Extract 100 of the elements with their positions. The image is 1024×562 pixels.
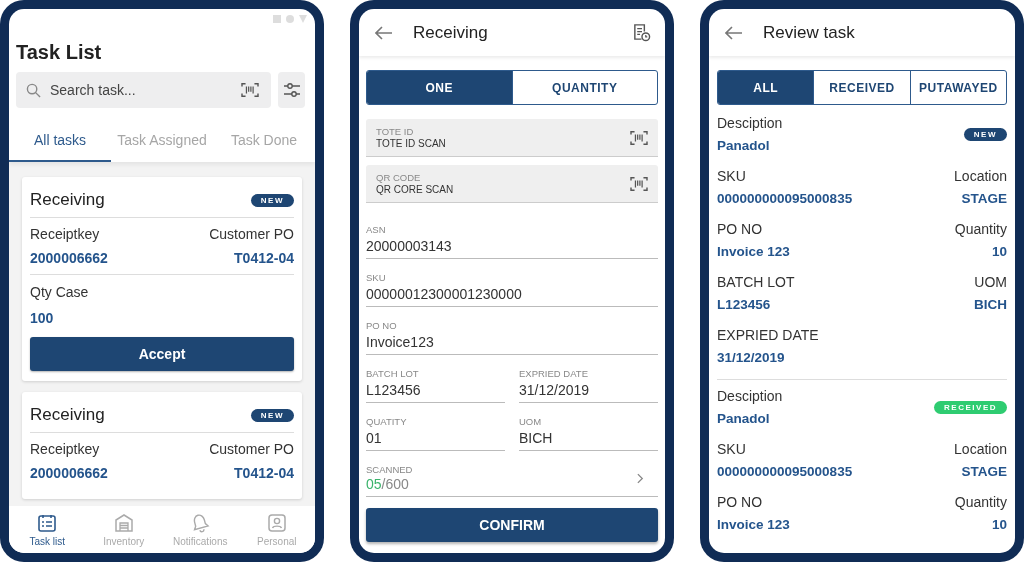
field-label: EXPRIED DATE [717, 327, 819, 343]
status-badge: RECEIVED [934, 400, 1007, 414]
person-icon [266, 512, 287, 533]
text-field[interactable]: EXPRIED DATE 31/12/2019 [519, 355, 658, 403]
text-field[interactable]: BATCH LOT L123456 [366, 355, 505, 403]
field-label: Customer PO [209, 226, 294, 242]
field-label: Desciption [717, 115, 783, 131]
field-value: 100 [30, 310, 54, 326]
field-value: 2000006662 [30, 250, 108, 266]
document-clock-icon[interactable] [632, 23, 651, 42]
square-icon [273, 15, 281, 23]
field-value: 31/12/2019 [519, 382, 591, 398]
text-field[interactable]: SKU 00000012300001230000 [366, 259, 658, 307]
field-value: STAGE [961, 191, 1007, 206]
sliders-icon [282, 82, 301, 98]
filter-button[interactable] [278, 72, 305, 108]
segment-tab[interactable]: ALL [718, 71, 814, 104]
status-badge: NEW [250, 408, 294, 422]
field-value: 31/12/2019 [717, 350, 786, 365]
field-label: BATCH LOT [366, 368, 420, 379]
field-value: T0412-04 [234, 250, 294, 266]
text-field[interactable]: QUATITY 01 [366, 403, 505, 451]
chevron-right-icon [637, 472, 644, 484]
field-label: SKU [717, 441, 747, 457]
field-label: TOTE ID [376, 126, 415, 137]
confirm-button[interactable]: CONFIRM [366, 508, 658, 542]
field-label: EXPRIED DATE [519, 368, 589, 379]
field-value: Panadol [717, 411, 771, 426]
field-label: Quantity [954, 494, 1007, 510]
field-label: UOM [519, 416, 543, 427]
field-value: Invoice123 [366, 334, 435, 350]
field-value: BICH [974, 297, 1007, 312]
field-label: Qty Case [30, 284, 89, 300]
field-label: UOM [974, 274, 1007, 290]
text-field[interactable]: UOM BICH [519, 403, 658, 451]
field-label: Desciption [717, 388, 783, 404]
field-value: T0412-04 [234, 465, 294, 481]
barcode-scan-icon[interactable] [630, 175, 648, 192]
text-field[interactable]: ASN 20000003143 [366, 211, 658, 259]
field-label: SKU [366, 272, 387, 283]
segment-tab[interactable]: PUTAWAYED [909, 71, 1006, 104]
scan-field[interactable]: TOTE ID TOTE ID SCAN [366, 119, 658, 157]
field-label: Receiptkey [30, 441, 100, 457]
segment-tab[interactable]: QUANTITY [511, 71, 657, 104]
field-value: L123456 [717, 297, 772, 312]
text-field[interactable]: PO NO Invoice123 [366, 307, 658, 355]
field-value: STAGE [961, 464, 1007, 479]
status-badge: NEW [250, 193, 294, 207]
circle-icon [286, 15, 294, 23]
field-label: Location [954, 168, 1007, 184]
field-label: SCANNED [366, 464, 413, 475]
field-label: QR CODE [376, 172, 422, 183]
screen-title: Review task [763, 22, 856, 43]
nav-item[interactable]: Task list [9, 506, 86, 553]
warehouse-icon [113, 512, 134, 533]
field-value: BICH [519, 430, 554, 446]
task-list-icon [37, 512, 58, 533]
field-value: Invoice 123 [717, 517, 790, 532]
field-value: QR CORE SCAN [376, 184, 454, 195]
field-value: 000000000095000835 [717, 464, 853, 479]
field-value: Invoice 123 [717, 244, 790, 259]
field-label: PO NO [366, 320, 398, 331]
segment-tab[interactable]: ONE [367, 71, 512, 104]
accept-button[interactable]: Accept [30, 337, 294, 371]
search-field[interactable]: Search task... [16, 72, 271, 108]
card-title: Receiving [30, 190, 105, 210]
field-value: 00000012300001230000 [366, 286, 523, 302]
field-label: QUATITY [366, 416, 408, 427]
scan-field[interactable]: QR CODE QR CORE SCAN [366, 165, 658, 203]
barcode-scan-icon[interactable] [241, 82, 259, 98]
screen-title: Task List [15, 40, 103, 65]
scanned-count: 05/600 [366, 476, 410, 492]
field-label: Customer PO [209, 441, 294, 457]
back-arrow-icon[interactable] [725, 25, 743, 40]
status-badge: NEW [963, 127, 1007, 141]
segment-tab[interactable]: RECEIVED [813, 71, 910, 104]
field-label: PO NO [717, 494, 764, 510]
card-title: Receiving [30, 405, 105, 425]
field-label: Quantity [954, 221, 1007, 237]
screen-title: Receiving [413, 22, 489, 43]
field-value: Panadol [717, 138, 771, 153]
field-value: 01 [366, 430, 383, 446]
back-arrow-icon[interactable] [375, 25, 393, 40]
field-value: 000000000095000835 [717, 191, 853, 206]
scanned-field[interactable]: SCANNED 05/600 [366, 451, 658, 497]
field-value: 10 [991, 244, 1007, 259]
field-value: L123456 [366, 382, 422, 398]
field-label: SKU [717, 168, 747, 184]
field-value: 20000003143 [366, 238, 453, 254]
triangle-icon [299, 15, 307, 23]
bell-icon [190, 512, 211, 533]
barcode-scan-icon[interactable] [630, 129, 648, 146]
field-label: PO NO [717, 221, 764, 237]
field-label: BATCH LOT [717, 274, 795, 290]
field-value: TOTE ID SCAN [376, 138, 446, 149]
field-value: 10 [991, 517, 1007, 532]
field-label: ASN [366, 224, 387, 235]
field-label: Receiptkey [30, 226, 100, 242]
field-label: Location [954, 441, 1007, 457]
field-value: 2000006662 [30, 465, 108, 481]
